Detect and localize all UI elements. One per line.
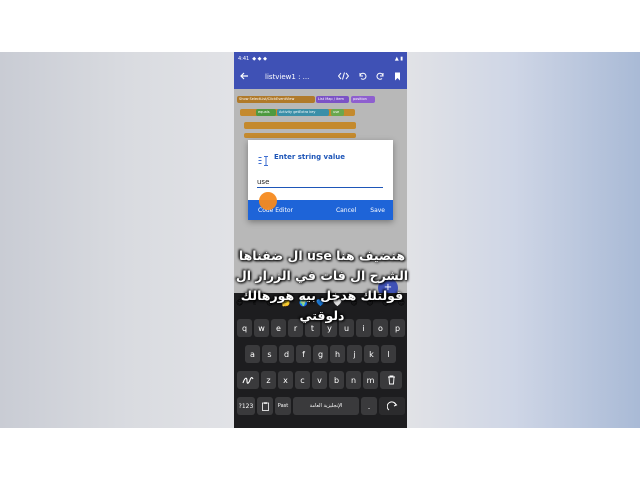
key[interactable]: a [245, 345, 260, 363]
key[interactable]: h [330, 345, 345, 363]
dialog-title: Enter string value [274, 153, 345, 161]
caption-line: دلوقتي [299, 308, 345, 323]
key-row-4: ?123 Past الإنجليزية العامة . [237, 397, 405, 415]
period-key[interactable]: . [361, 397, 377, 415]
key[interactable]: x [278, 371, 293, 389]
event-block[interactable]: Show SelectList/ClickEventView [237, 96, 315, 103]
paste-key[interactable]: Past [275, 397, 291, 415]
backspace-key[interactable] [380, 371, 402, 389]
cancel-button[interactable]: Cancel [336, 207, 356, 214]
key[interactable]: l [381, 345, 396, 363]
screen-title: listview1 : ... [265, 73, 310, 81]
caption-line: الشرح ال فات في الزرار ال [235, 268, 409, 283]
bookmark-icon[interactable] [394, 72, 401, 83]
clipboard-icon [261, 401, 269, 411]
key[interactable]: m [363, 371, 378, 389]
shift-key[interactable] [237, 371, 259, 389]
key[interactable]: v [312, 371, 327, 389]
redo-icon[interactable] [376, 72, 385, 83]
key-row-3: z x c v b n m [237, 371, 402, 389]
string-block[interactable]: use [331, 109, 344, 116]
key[interactable]: z [261, 371, 276, 389]
key[interactable]: g [313, 345, 328, 363]
getextra-block[interactable]: Activity getExtra key [277, 109, 329, 116]
status-indicators: ◆ ◆ ◆ [252, 55, 267, 62]
touch-indicator [259, 192, 277, 210]
key[interactable]: j [347, 345, 362, 363]
clipboard-key[interactable] [257, 397, 273, 415]
video-caption: هنضيف هنا use ال ضفناها الشرح ال فات في … [232, 246, 412, 326]
numbers-key[interactable]: ?123 [237, 397, 255, 415]
save-button[interactable]: Save [370, 207, 385, 214]
text-cursor-icon [258, 151, 269, 166]
code-icon[interactable] [337, 71, 350, 83]
space-key[interactable]: الإنجليزية العامة [293, 397, 359, 415]
undo-icon[interactable] [358, 72, 367, 83]
phone-screen: 4:41 ◆ ◆ ◆ ▲ ▮ listview1 : ... Show Sele… [234, 52, 407, 428]
key-row-2: a s d f g h j k l [245, 345, 396, 363]
app-bar: listview1 : ... [234, 65, 407, 89]
key[interactable]: k [364, 345, 379, 363]
status-right: ▲ ▮ [394, 55, 403, 62]
enter-key[interactable] [379, 397, 405, 415]
key[interactable]: s [262, 345, 277, 363]
enter-icon [386, 401, 397, 411]
status-bar: 4:41 ◆ ◆ ◆ ▲ ▮ [234, 52, 407, 65]
equals-block[interactable]: equals [256, 109, 276, 116]
list-block[interactable]: List Map / item [316, 96, 349, 103]
caption-line: قولتلك هدخل بيه هورهالك [240, 288, 404, 303]
key[interactable]: f [296, 345, 311, 363]
key[interactable]: b [329, 371, 344, 389]
end-block[interactable] [244, 133, 356, 138]
key[interactable]: c [295, 371, 310, 389]
position-block[interactable]: position [351, 96, 375, 103]
string-value-input[interactable] [257, 176, 383, 188]
do-block[interactable] [244, 122, 356, 129]
caption-line: هنضيف هنا use ال ضفناها [238, 248, 406, 263]
trash-icon [387, 375, 395, 385]
key[interactable]: d [279, 345, 294, 363]
back-arrow-icon[interactable] [240, 72, 249, 82]
status-time: 4:41 [238, 55, 250, 62]
app-bar-actions [337, 71, 401, 83]
handwriting-icon [242, 377, 254, 384]
key[interactable]: n [346, 371, 361, 389]
